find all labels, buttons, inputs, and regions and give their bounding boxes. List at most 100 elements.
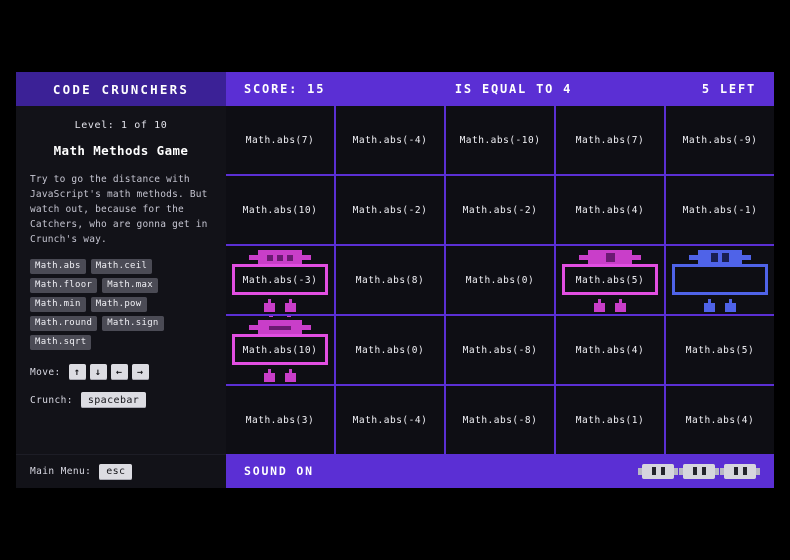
robot-arm: [689, 255, 698, 260]
grid-cell[interactable]: Math.abs(10): [226, 176, 334, 244]
grid-cell[interactable]: Math.abs(-2): [446, 176, 554, 244]
move-key-group: ↑ ↓ ← →: [68, 364, 149, 380]
method-chip[interactable]: Math.ceil: [90, 259, 153, 274]
grid-cell-label: Math.abs(5): [685, 344, 755, 356]
robot-arm: [249, 255, 258, 260]
grid-cell[interactable]: Math.abs(-8): [446, 386, 554, 454]
grid-cell[interactable]: Math.abs(8): [336, 246, 444, 314]
method-chip[interactable]: Math.max: [102, 278, 158, 293]
grid-cell-label: Math.abs(-2): [352, 204, 428, 216]
grid-cell[interactable]: [666, 246, 774, 314]
grid-cell[interactable]: Math.abs(-8): [446, 316, 554, 384]
grid-cell-label: Math.abs(7): [245, 134, 315, 146]
grid-cell[interactable]: Math.abs(10): [226, 316, 334, 384]
robot-foot: [704, 303, 715, 312]
grid-cell-label: Math.abs(10): [242, 344, 318, 356]
robot-leg-stem: [598, 299, 601, 305]
app-title: CODE CRUNCHERS: [16, 72, 226, 106]
method-chip[interactable]: Math.min: [30, 297, 86, 312]
grid-cell[interactable]: Math.abs(7): [556, 106, 664, 174]
life-robot-icon: [679, 463, 719, 479]
method-chip[interactable]: Math.pow: [90, 297, 147, 312]
esc-key[interactable]: esc: [99, 463, 133, 480]
crunch-robot-sprite: [666, 246, 774, 314]
game-mode-title: Math Methods Game: [53, 143, 189, 158]
grid-cell[interactable]: Math.abs(-2): [336, 176, 444, 244]
robot-leg-stem: [268, 299, 271, 305]
grid-cell-label: Math.abs(3): [245, 414, 315, 426]
grid-cell[interactable]: Math.abs(1): [556, 386, 664, 454]
game-footer: SOUND ON: [226, 454, 774, 488]
grid-cell[interactable]: Math.abs(4): [666, 386, 774, 454]
grid-cell-label: Math.abs(-8): [462, 344, 538, 356]
method-chip[interactable]: Math.sign: [102, 316, 164, 331]
grid-cell[interactable]: Math.abs(4): [556, 176, 664, 244]
arrow-key-right-icon[interactable]: →: [131, 364, 149, 380]
grid-cell-label: Math.abs(-4): [352, 134, 428, 146]
sidebar-body: Level: 1 of 10 Math Methods Game Try to …: [16, 106, 226, 454]
robot-antenna: [269, 316, 273, 317]
game-header: SCORE: 15 IS EQUAL TO 4 5 LEFT: [226, 72, 774, 106]
method-chip[interactable]: Math.abs: [30, 259, 86, 274]
grid-cell-label: Math.abs(-4): [352, 414, 428, 426]
robot-leg-stem: [268, 369, 271, 375]
level-indicator: Level: 1 of 10: [74, 120, 168, 131]
robot-head: [258, 320, 302, 335]
robot-arm: [579, 255, 588, 260]
grid-cell-label: Math.abs(0): [465, 274, 535, 286]
grid-cell[interactable]: Math.abs(-3): [226, 246, 334, 314]
robot-leg-stem: [619, 299, 622, 305]
robot-leg-stem: [289, 369, 292, 375]
grid-cell-label: Math.abs(4): [575, 344, 645, 356]
grid-cell[interactable]: Math.abs(-4): [336, 106, 444, 174]
grid-cell-label: Math.abs(4): [575, 204, 645, 216]
grid-cell[interactable]: Math.abs(0): [446, 246, 554, 314]
sound-toggle[interactable]: SOUND ON: [244, 464, 314, 478]
grid-cell[interactable]: Math.abs(0): [336, 316, 444, 384]
score-display: SCORE: 15: [244, 82, 326, 96]
spacebar-key[interactable]: spacebar: [80, 392, 147, 408]
robot-arm: [249, 325, 258, 330]
math-methods-list: Math.abs Math.ceil Math.floor Math.max Math.…: [30, 259, 212, 350]
grid-cell-label: Math.abs(4): [685, 414, 755, 426]
grid-cell[interactable]: Math.abs(-9): [666, 106, 774, 174]
grid-cell[interactable]: Math.abs(4): [556, 316, 664, 384]
robot-eye: [711, 253, 718, 262]
robot-foot: [725, 303, 736, 312]
robot-leg-stem: [289, 299, 292, 305]
grid-cell[interactable]: Math.abs(5): [666, 316, 774, 384]
grid-cell[interactable]: Math.abs(-10): [446, 106, 554, 174]
grid-cell-label: Math.abs(-1): [682, 204, 758, 216]
grid-cell[interactable]: Math.abs(3): [226, 386, 334, 454]
game-grid: Math.abs(7) Math.abs(-4) Math.abs(-10) Math…: [226, 106, 774, 454]
robot-legs: [263, 299, 297, 312]
crunch-label: Crunch:: [30, 394, 73, 406]
robot-mouth: [269, 325, 291, 330]
arrow-key-down-icon[interactable]: ↓: [89, 364, 107, 380]
grid-cell[interactable]: Math.abs(-4): [336, 386, 444, 454]
grid-cell[interactable]: Math.abs(7): [226, 106, 334, 174]
robot-arm: [632, 255, 641, 260]
method-chip[interactable]: Math.floor: [30, 278, 98, 293]
robot-arm: [742, 255, 751, 260]
grid-cell-label: Math.abs(-9): [682, 134, 758, 146]
grid-cell-label: Math.abs(8): [355, 274, 425, 286]
grid-cell[interactable]: Math.abs(-1): [666, 176, 774, 244]
robot-foot: [285, 373, 296, 382]
game-app-window: CODE CRUNCHERS Level: 1 of 10 Math Metho…: [16, 72, 774, 488]
robot-head: [698, 250, 742, 265]
robot-foot: [264, 303, 275, 312]
life-robot-icon: [638, 463, 678, 479]
arrow-key-left-icon[interactable]: ←: [110, 364, 128, 380]
life-robot-icon: [720, 463, 760, 479]
grid-cell-label: Math.abs(10): [242, 204, 318, 216]
method-chip[interactable]: Math.round: [30, 316, 98, 331]
robot-foot: [285, 303, 296, 312]
robot-legs: [703, 299, 737, 312]
method-chip[interactable]: Math.sqrt: [30, 335, 92, 350]
arrow-key-up-icon[interactable]: ↑: [68, 364, 86, 380]
game-panel: SCORE: 15 IS EQUAL TO 4 5 LEFT Math.abs(…: [226, 72, 774, 488]
lives-remaining-display: 5 LEFT: [701, 82, 756, 96]
robot-legs: [263, 369, 297, 382]
grid-cell[interactable]: Math.abs(5): [556, 246, 664, 314]
